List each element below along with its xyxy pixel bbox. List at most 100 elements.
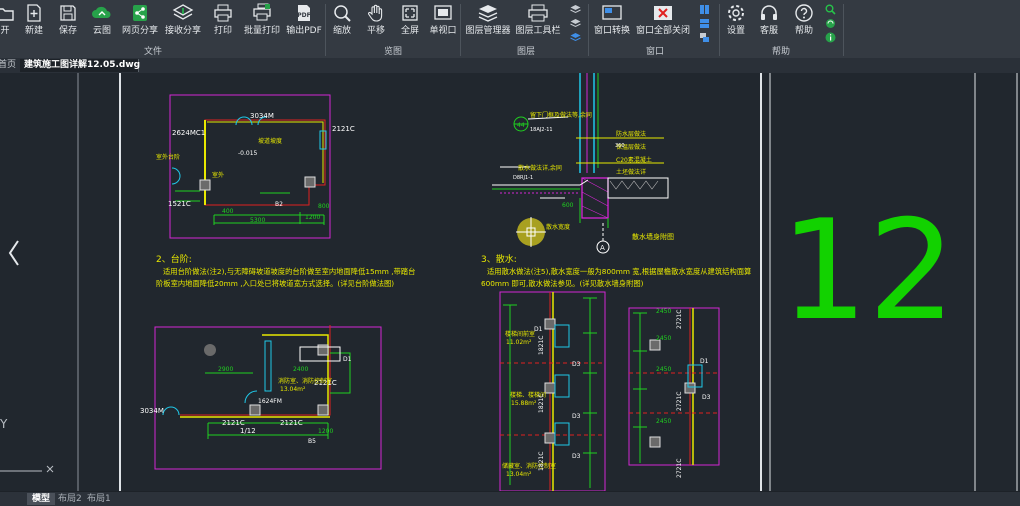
folder-icon [0, 2, 16, 24]
info-icon[interactable] [825, 32, 836, 43]
note-step-title: 2、台阶: [156, 253, 192, 265]
label-e2-dim2: 2450 [656, 335, 671, 342]
label-sec-ref4: 360 [615, 143, 625, 149]
fullscreen-label: 全屏 [400, 26, 419, 36]
support-label: 客服 [759, 26, 778, 36]
web-share-button[interactable]: 网页分享 [120, 2, 160, 40]
layer-manager-label: 图层管理器 [465, 26, 511, 36]
group-label-help: 帮助 [772, 47, 791, 57]
label-p1-t2: 坡道坡度 [258, 137, 282, 145]
label-p2-dim2: 2400 [293, 366, 308, 373]
group-separator [719, 4, 720, 56]
label-sec-axis: A [600, 244, 605, 252]
group-separator [325, 4, 326, 56]
label-e1-d4: D3 [572, 453, 581, 460]
magnifier-icon [331, 2, 353, 24]
layout-tab-layout1[interactable]: 布局1 [82, 493, 116, 505]
label-p1-tag: B2 [275, 201, 283, 208]
fullscreen-icon [399, 2, 421, 24]
pan-button[interactable]: 平移 [362, 2, 390, 40]
label-p1-dim4: 400 [222, 208, 234, 215]
label-sec-ref2: 18AJ2-11 [530, 127, 553, 133]
label-e1-w1: 1821C [538, 336, 545, 355]
tab-home[interactable]: 首页 [0, 59, 20, 72]
label-sec-dim: 600 [562, 202, 574, 209]
open-button[interactable]: 开 [0, 2, 16, 40]
layout-tab-model[interactable]: 模型 [27, 493, 56, 505]
batch-print-button[interactable]: 批量打印 [242, 2, 282, 40]
batch-printer-icon [251, 2, 273, 24]
save-button[interactable]: 保存 [54, 2, 82, 40]
help-button[interactable]: 帮助 [792, 2, 816, 40]
layer-manager-button[interactable]: 图层管理器 [465, 2, 511, 40]
note-drain-title: 3、散水: [481, 253, 517, 265]
cloud-label: 云图 [92, 26, 111, 36]
group-label-window: 窗口 [646, 47, 665, 57]
label-p2-tag1: B5 [308, 438, 316, 445]
layer-freeze-icon[interactable] [570, 32, 581, 43]
label-e2-w2: 2721C [676, 392, 683, 411]
window-switch-button[interactable]: 窗口转换 [592, 2, 632, 40]
label-sec-t4: 散水做法详,余同 [518, 164, 562, 172]
label-e1-d2: D3 [572, 361, 581, 368]
zoom-button[interactable]: 缩放 [328, 2, 356, 40]
share-icon [129, 2, 151, 24]
window-close-all-button[interactable]: 窗口全部关闭 [636, 2, 690, 40]
label-e1-t4: 15.88m² [511, 400, 537, 407]
note-step-line1: 适用台阶做法(注2),与无障碍坡道坡度的台阶做至室内地面降低15mm ,带踏台 [163, 267, 415, 276]
layer-state-icon[interactable] [570, 4, 581, 15]
layer-off-icon[interactable] [570, 18, 581, 29]
pdf-icon: PDF [293, 2, 315, 24]
pdf-badge: PDF [297, 12, 310, 19]
label-sec-t6: 散水宽度 [546, 223, 570, 231]
label-p1-dim1: 5300 [250, 217, 265, 224]
label-e1-t2: 11.02m² [506, 339, 532, 346]
label-sec-t1: 留下门框及做法等,余同 [530, 111, 592, 119]
export-pdf-button[interactable]: PDF 输出PDF [285, 2, 323, 40]
pan-label: 平移 [366, 26, 385, 36]
save-icon [57, 2, 79, 24]
help-label: 帮助 [794, 26, 813, 36]
label-p2-t2: 13.04m² [280, 386, 306, 393]
cascade-icon[interactable] [699, 32, 710, 43]
receive-share-label: 接收分享 [164, 26, 201, 36]
layer-toolbar-button[interactable]: 图层工具栏 [515, 2, 561, 40]
settings-button[interactable]: 设置 [724, 2, 748, 40]
label-e1-w2: 1821C [538, 394, 545, 413]
sync-icon[interactable] [825, 18, 836, 29]
label-p2-dim3: 1/12 [240, 427, 256, 435]
single-view-label: 单视口 [429, 26, 457, 36]
receive-share-button[interactable]: 接收分享 [163, 2, 203, 40]
tile-vertical-icon[interactable] [699, 4, 710, 15]
note-drain-line2: 600mm 即可,散水做法参见。(详见散水墙身附图) [481, 279, 644, 288]
ucs-cross-icon [46, 465, 54, 473]
headset-icon [758, 2, 780, 24]
batch-print-label: 批量打印 [243, 26, 280, 36]
label-sec-ref1: 44 [517, 122, 525, 129]
label-p1-t3: 室外 [212, 171, 224, 179]
label-p1-door: 3034M [250, 112, 274, 120]
label-sec-ref3: D8RJ1-1 [513, 175, 533, 181]
print-button[interactable]: 打印 [208, 2, 238, 40]
sheet-number: 12 [780, 190, 956, 351]
fullscreen-button[interactable]: 全屏 [396, 2, 424, 40]
settings-label: 设置 [726, 26, 745, 36]
label-p2-tag2: D1 [343, 356, 352, 363]
label-e1-t1: 楼梯间前室 [505, 330, 535, 338]
tab-active-drawing[interactable]: 建筑施工图详解12.05.dwg [20, 59, 140, 72]
viewport-icon [432, 2, 454, 24]
crosshair-cursor-icon [516, 217, 546, 247]
new-label: 新建 [24, 26, 43, 36]
single-view-button[interactable]: 单视口 [428, 2, 458, 40]
search-icon[interactable] [825, 4, 836, 15]
tile-horizontal-icon[interactable] [699, 18, 710, 29]
label-e2-w3: 2721C [676, 459, 683, 478]
label-e1-t5: 储藏室、消防控制室 [502, 462, 556, 470]
support-button[interactable]: 客服 [757, 2, 781, 40]
chevron-left-icon[interactable] [8, 240, 19, 266]
label-p2-win1: 3034M [140, 407, 164, 415]
cloud-button[interactable]: 云图 [88, 2, 116, 40]
label-e2-d2: D3 [702, 394, 711, 401]
new-button[interactable]: 新建 [20, 2, 48, 40]
drawing-canvas[interactable]: Y 3034M 2624MC1 2121C 1521C -0.015 5300 … [0, 73, 1020, 491]
